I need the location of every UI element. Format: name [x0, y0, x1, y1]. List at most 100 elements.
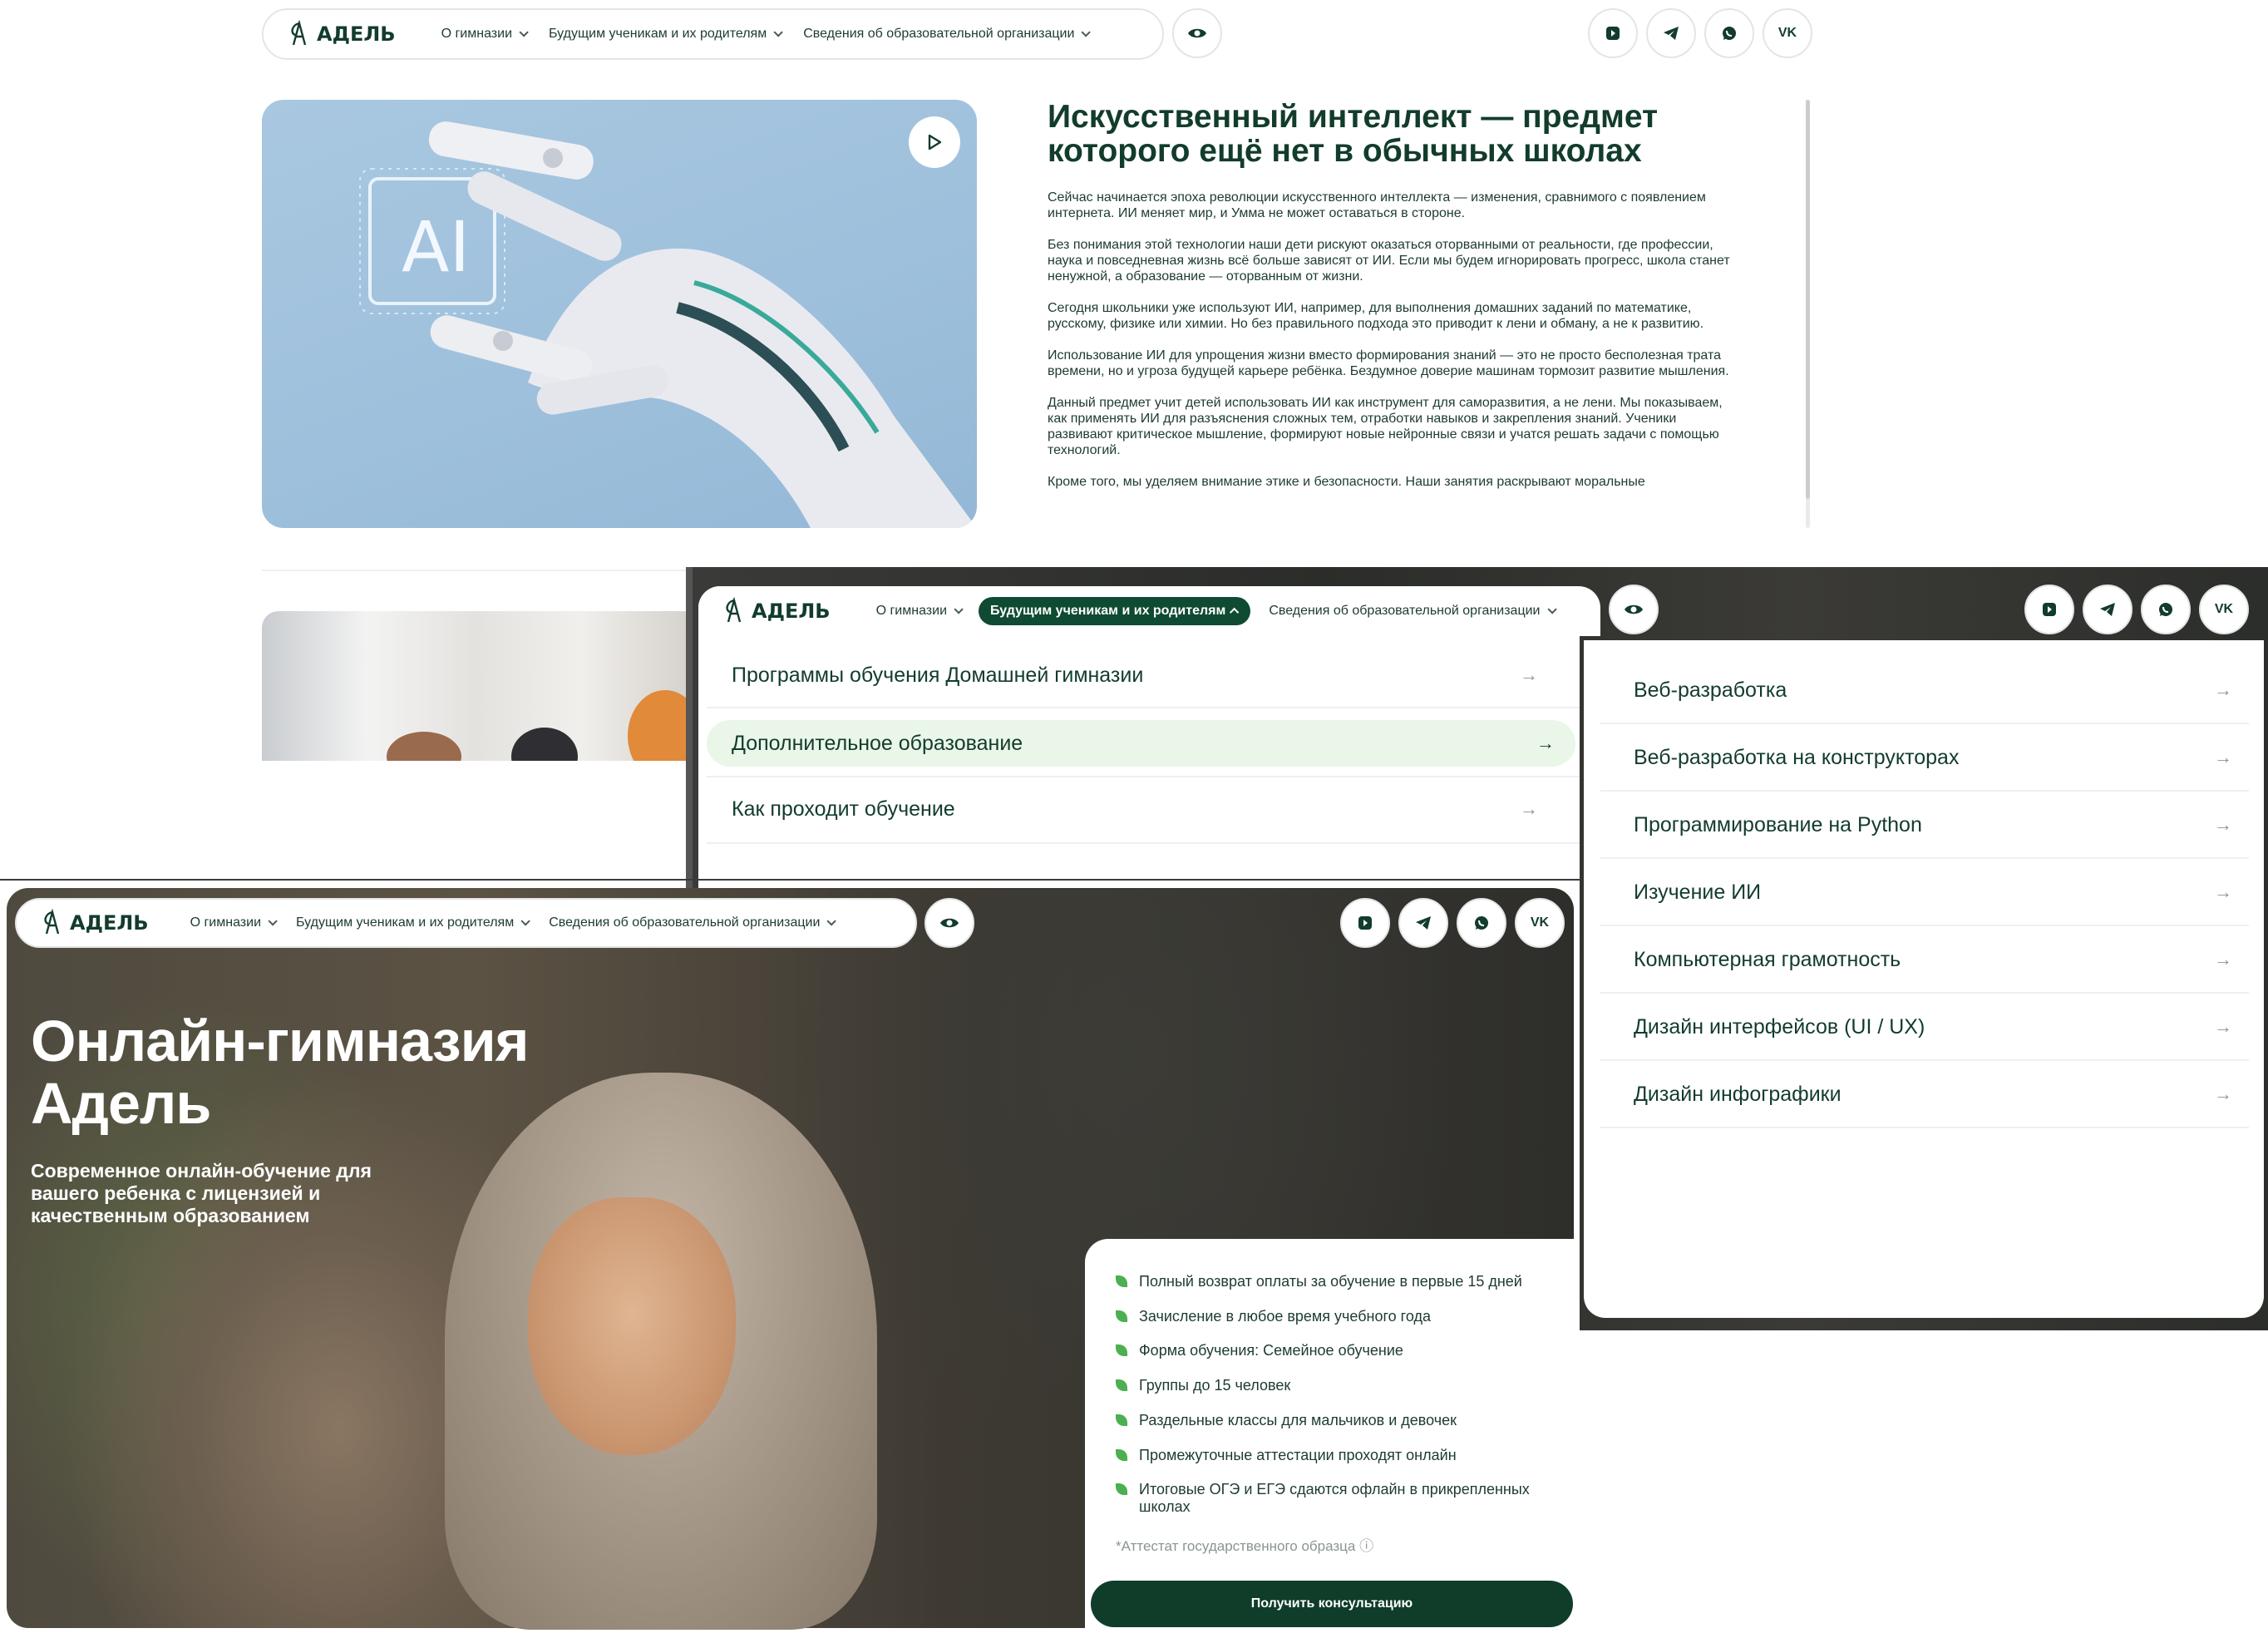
telegram-button[interactable] — [1398, 898, 1448, 948]
arrow-right-icon: → — [2214, 1016, 2232, 1037]
feature-text: Раздельные классы для мальчиков и девоче… — [1139, 1412, 1457, 1428]
article-paragraph: Кроме того, мы уделяем внимание этике и … — [1048, 475, 1645, 489]
eye-icon — [1188, 28, 1206, 38]
logo-text: АДЕЛЬ — [752, 599, 831, 623]
accessibility-button[interactable] — [1172, 8, 1222, 58]
nav-future[interactable]: Будущим ученикам и их родителям — [549, 27, 783, 42]
logo-icon — [291, 20, 307, 46]
divider — [1600, 925, 2249, 926]
whatsapp-icon — [1723, 27, 1736, 40]
chevron-down-icon — [1546, 604, 1557, 614]
submenu-item-computer-literacy[interactable]: Компьютерная грамотность → — [1600, 938, 2232, 981]
nav-info[interactable]: Сведения об образовательной организации — [549, 915, 837, 930]
menu-item-label: Дизайн интерфейсов (UI / UX) — [1634, 1014, 1925, 1039]
submenu-item-python[interactable]: Программирование на Python → — [1600, 803, 2232, 846]
whatsapp-button[interactable] — [1457, 898, 1506, 948]
leaf-icon — [1116, 1483, 1127, 1495]
menu-item-how-it-works[interactable]: Как проходит обучение → — [711, 787, 1559, 831]
menu-item-label: Компьютерная грамотность — [1634, 947, 1901, 971]
nav-info-label: Сведения об образовательной организации — [803, 27, 1075, 41]
submenu-item-ui-ux[interactable]: Дизайн интерфейсов (UI / UX) → — [1600, 1005, 2232, 1048]
menu-item-programs[interactable]: Программы обучения Домашней гимназии → — [711, 654, 1559, 697]
nav-about-label: О гимназии — [441, 27, 513, 41]
nav-future-label: Будущим ученикам и их родителям — [549, 27, 767, 41]
eye-icon — [940, 918, 959, 928]
nav-future-label: Будущим ученикам и их родителям — [990, 604, 1226, 618]
logo[interactable]: АДЕЛЬ — [722, 597, 831, 625]
nav-info-label: Сведения об образовательной организации — [1269, 604, 1541, 618]
play-icon — [928, 134, 942, 150]
feature-text: Зачисление в любое время учебного года — [1139, 1308, 1431, 1325]
vk-button[interactable]: VK — [2199, 585, 2249, 634]
rutube-icon — [1358, 916, 1372, 930]
divider — [1600, 1127, 2249, 1128]
top-nav-2: АДЕЛЬ О гимназии Будущим ученикам и их р… — [698, 586, 1600, 636]
nav-future[interactable]: Будущим ученикам и их родителям — [296, 915, 530, 930]
arrow-right-icon: → — [1520, 798, 1538, 819]
chevron-down-icon — [520, 916, 530, 926]
nav-about[interactable]: О гимназии — [190, 915, 278, 930]
frame-line — [0, 879, 1582, 881]
rutube-button[interactable] — [2024, 585, 2074, 634]
rutube-button[interactable] — [1340, 898, 1390, 948]
feature-item: Зачисление в любое время учебного года — [1116, 1308, 1548, 1325]
feature-text: Полный возврат оплаты за обучение в перв… — [1139, 1273, 1522, 1290]
arrow-right-icon: → — [2214, 1083, 2232, 1104]
telegram-icon — [2100, 603, 2115, 616]
feature-text: Форма обучения: Семейное обучение — [1139, 1342, 1403, 1359]
feature-item: Итоговые ОГЭ и ЕГЭ сдаются офлайн в прик… — [1116, 1481, 1548, 1516]
rutube-button[interactable] — [1588, 8, 1638, 58]
chevron-down-icon — [773, 27, 783, 37]
nav-about[interactable]: О гимназии — [441, 27, 529, 42]
hero-title-line: Адель — [31, 1071, 211, 1136]
feature-item: Форма обучения: Семейное обучение — [1116, 1342, 1548, 1359]
divider — [707, 776, 1580, 777]
rutube-icon — [1606, 27, 1620, 40]
accessibility-button[interactable] — [924, 898, 974, 948]
article-paragraph: Сегодня школьники уже используют ИИ, нап… — [1048, 301, 1704, 331]
nav-info-label: Сведения об образовательной организации — [549, 915, 821, 930]
scrollbar-thumb[interactable] — [1806, 100, 1810, 499]
submenu-item-web-dev[interactable]: Веб-разработка → — [1600, 669, 2232, 712]
submenu-item-infographics[interactable]: Дизайн инфографики → — [1600, 1073, 2232, 1116]
feature-item: Группы до 15 человек — [1116, 1377, 1548, 1394]
divider — [1600, 723, 2249, 724]
article-body: Сейчас начинается эпоха революции искусс… — [1048, 190, 1742, 530]
logo[interactable]: АДЕЛЬ — [287, 20, 396, 48]
whatsapp-button[interactable] — [1704, 8, 1754, 58]
feature-text: Группы до 15 человек — [1139, 1377, 1291, 1394]
menu-item-label: Веб-разработка на конструкторах — [1634, 745, 1960, 769]
leaf-icon — [1116, 1344, 1127, 1356]
hero-title: Онлайн-гимназия Адель — [31, 1010, 529, 1136]
menu-item-additional-education[interactable]: Дополнительное образование → — [707, 720, 1575, 767]
nav-info[interactable]: Сведения об образовательной организации — [803, 27, 1092, 42]
telegram-icon — [1664, 27, 1679, 40]
top-nav-1: АДЕЛЬ О гимназии Будущим ученикам и их р… — [262, 8, 1164, 60]
vk-button[interactable]: VK — [1515, 898, 1565, 948]
eye-icon — [1625, 604, 1643, 614]
nav-info[interactable]: Сведения об образовательной организации — [1269, 604, 1557, 619]
menu-item-label: Программирование на Python — [1634, 812, 1922, 836]
leaf-icon — [1116, 1379, 1127, 1391]
whatsapp-button[interactable] — [2141, 585, 2191, 634]
divider — [1600, 1059, 2249, 1061]
telegram-button[interactable] — [1646, 8, 1696, 58]
logo-icon — [726, 597, 742, 623]
telegram-icon — [1416, 916, 1431, 930]
hero-subtitle: Современное онлайн-обучение для вашего р… — [31, 1160, 372, 1226]
nav-future-active[interactable]: Будущим ученикам и их родителям — [979, 597, 1251, 625]
robot-hand-illustration — [359, 121, 977, 528]
chevron-down-icon — [1081, 27, 1092, 37]
ai-chip-label: AI — [402, 206, 471, 288]
submenu-item-web-dev-builders[interactable]: Веб-разработка на конструкторах → — [1600, 736, 2232, 779]
vk-button[interactable]: VK — [1763, 8, 1812, 58]
rutube-icon — [2043, 603, 2056, 616]
play-button[interactable] — [909, 116, 960, 168]
nav-about[interactable]: О гимназии — [876, 604, 964, 619]
logo[interactable]: АДЕЛЬ — [40, 909, 149, 937]
submenu-item-ai[interactable]: Изучение ИИ → — [1600, 871, 2232, 914]
get-consultation-button[interactable]: Получить консультацию — [1091, 1581, 1573, 1627]
accessibility-button[interactable] — [1609, 585, 1659, 634]
telegram-button[interactable] — [2083, 585, 2132, 634]
nav-about-label: О гимназии — [190, 915, 262, 930]
